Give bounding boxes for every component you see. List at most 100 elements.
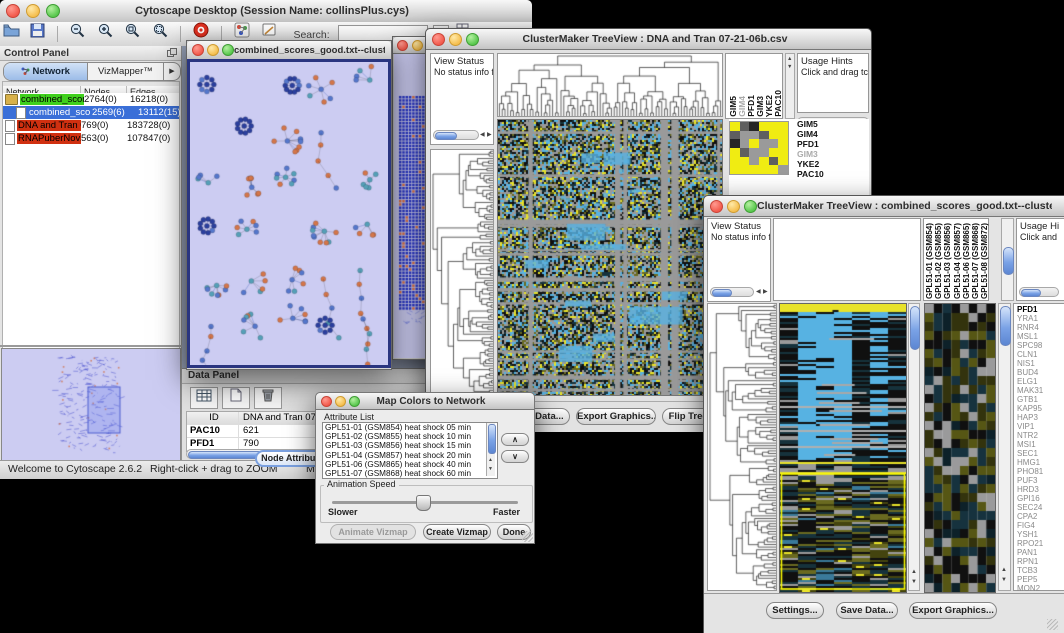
attribute-list-item[interactable]: GPL51-02 (GSM855) heat shock 10 min [323,432,497,441]
matrix-cell[interactable] [769,131,779,140]
gene-list-item[interactable]: PEP5 [1017,575,1064,584]
attribute-list-item[interactable]: GPL51-07 (GSM868) heat shock 60 min [323,469,497,478]
gene-list-item[interactable]: MON2 [1017,584,1064,593]
network-table-header[interactable]: NetworkNodesEdges [2,81,180,93]
resize-grip[interactable] [1047,619,1058,630]
tab-overflow-button[interactable]: ▶ [164,63,180,80]
matrix-cell[interactable] [749,139,759,148]
gene-list-item[interactable]: PFD1 [1017,305,1064,314]
matrix-cell[interactable] [749,165,759,174]
dialog-titlebar[interactable]: Map Colors to Network [316,393,534,410]
main-titlebar[interactable]: Cytoscape Desktop (Session Name: collins… [0,0,532,23]
network-table-row[interactable]: DNA and Tran 07769(0)183728(0) [3,119,179,132]
delete-attribute-trash-icon[interactable] [254,387,282,409]
close-button[interactable] [432,33,445,46]
tv2-row-dendrogram[interactable] [707,303,777,591]
scroll-right-icon[interactable]: ▶ [763,288,768,296]
scroll-left-icon[interactable]: ◀ [756,288,761,296]
matrix-cell[interactable] [740,139,750,148]
gene-list-item[interactable]: VIP1 [1017,422,1064,431]
matrix-cell[interactable] [749,148,759,157]
zoom-button[interactable] [349,396,360,407]
tv2-column-label[interactable]: GPL51-06 (GSM865) [962,223,971,299]
gene-list-item[interactable]: HAP3 [1017,413,1064,422]
open-icon[interactable] [3,22,20,46]
export-graphics-button[interactable]: Export Graphics... [909,602,997,619]
close-button[interactable] [710,200,723,213]
minimize-button[interactable] [26,4,40,18]
treeview2-titlebar[interactable]: ClusterMaker TreeView : combined_scores_… [704,196,1064,217]
matrix-cell[interactable] [730,165,740,174]
animate-vizmap-button[interactable]: Animate Vizmap [330,524,416,540]
gene-list-item[interactable]: GTB1 [1017,395,1064,404]
tv1-column-labels[interactable]: GIM5GIM4PFD1GIM3YKE2PAC10 [725,53,783,119]
tv1-row-dendrogram[interactable] [430,149,494,395]
scroll-right-icon[interactable]: ▶ [487,131,492,139]
matrix-cell[interactable] [749,157,759,166]
minimize-button[interactable] [207,44,219,56]
tv2-gene-list[interactable]: PFD1YRA1RNR4MSL1SPC98CLN1NIS1BUD4ELG1MAK… [1013,303,1064,591]
minimize-button[interactable] [335,396,346,407]
matrix-cell[interactable] [730,157,740,166]
tv2-column-label[interactable]: GPL51-03 (GSM856) [943,223,952,299]
gene-list-item[interactable]: MSI1 [1017,440,1064,449]
matrix-cell[interactable] [759,139,769,148]
matrix-cell[interactable] [730,148,740,157]
scroll-up-icon[interactable]: ▲ [1001,566,1007,574]
matrix-cell[interactable] [749,131,759,140]
animation-slider-thumb[interactable] [416,495,431,511]
tv2-column-labels[interactable]: GPL51-01 (GSM854)GPL51-02 (GSM855)GPL51-… [923,218,989,301]
move-up-button[interactable]: ∧ [501,433,529,446]
zoom-button[interactable] [46,4,60,18]
gene-list-item[interactable]: PUF3 [1017,476,1064,485]
zoom-out-icon[interactable] [69,22,86,46]
minimize-button[interactable] [727,200,740,213]
tv1-gene-label[interactable]: GIM4 [797,129,867,139]
minimize-button[interactable] [412,40,423,51]
resize-grip[interactable] [522,531,533,542]
tv2-column-label[interactable]: GPL51-08 (GSM872) [980,223,989,299]
gene-list-item[interactable]: FIG4 [1017,521,1064,530]
create-vizmap-button[interactable]: Create Vizmap [423,524,491,540]
tv1-gene-label[interactable]: PFD1 [797,139,867,149]
tv1-label-scrollbar[interactable]: ▲ ▼ [785,53,795,119]
scroll-thumb[interactable] [435,132,457,140]
scroll-down-icon[interactable]: ▼ [1001,576,1007,584]
close-button[interactable] [192,44,204,56]
tv2-zoom-heatmap[interactable] [924,303,996,593]
gene-list-item[interactable]: HMG1 [1017,458,1064,467]
attribute-list[interactable]: GPL51-01 (GSM854) heat shock 05 minGPL51… [322,422,498,479]
gene-list-item[interactable]: KAP95 [1017,404,1064,413]
zoom-selected-icon[interactable] [124,22,141,46]
close-button[interactable] [6,4,20,18]
scroll-down-icon[interactable]: ▼ [787,63,792,71]
tv1-gene-label[interactable]: GIM5 [797,119,867,129]
attribute-select-icon[interactable] [190,387,218,409]
attribute-list-item[interactable]: GPL51-04 (GSM857) heat shock 20 min [323,451,497,460]
matrix-cell[interactable] [759,148,769,157]
matrix-cell[interactable] [740,131,750,140]
matrix-cell[interactable] [778,139,788,148]
attribute-list-scrollbar[interactable]: ▲ ▼ [486,423,495,476]
minimize-button[interactable] [449,33,462,46]
close-button[interactable] [397,40,408,51]
close-button[interactable] [321,396,332,407]
gene-list-item[interactable]: CLN1 [1017,350,1064,359]
gene-list-item[interactable]: ELG1 [1017,377,1064,386]
matrix-cell[interactable] [749,122,759,131]
tv2-usage-hscrollbar[interactable] [1019,287,1059,297]
gene-list-item[interactable]: GPI16 [1017,494,1064,503]
scroll-thumb[interactable] [1003,247,1014,275]
scroll-up-icon[interactable]: ▲ [488,456,493,464]
gene-list-item[interactable]: BUD4 [1017,368,1064,377]
tv2-column-label[interactable]: GPL51-01 (GSM854) [925,223,934,299]
scroll-thumb[interactable] [1021,289,1041,297]
network-table-row[interactable]: combined_scores_2764(0)16218(0) [3,93,179,106]
matrix-cell[interactable] [769,148,779,157]
network-table-row[interactable]: combined_sco2569(6)13112(15) [3,106,179,119]
float-panel-icon[interactable] [167,44,177,62]
scroll-left-icon[interactable]: ◀ [480,131,485,139]
scroll-up-icon[interactable]: ▲ [787,55,792,63]
tv2-column-label[interactable]: GPL51-02 (GSM855) [934,223,943,299]
gene-list-item[interactable]: NIS1 [1017,359,1064,368]
